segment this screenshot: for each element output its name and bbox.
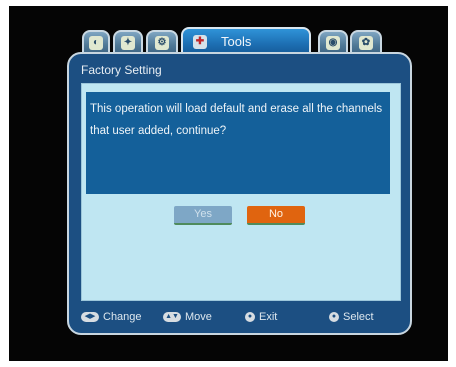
message-line-1: This operation will load default and era… xyxy=(90,103,383,115)
settings-icon: ⚙ xyxy=(155,36,169,50)
message-line-2: that user added, continue? xyxy=(90,125,227,137)
factory-setting-panel: Factory Setting This operation will load… xyxy=(67,52,412,335)
up-down-arrows-icon: ▲▼ xyxy=(163,312,181,322)
tab-satellite[interactable]: ✦ xyxy=(113,30,143,54)
confirm-message: This operation will load default and era… xyxy=(86,92,390,194)
tab-tools[interactable]: ✚ Tools xyxy=(181,27,311,54)
dialog-content: This operation will load default and era… xyxy=(81,83,401,301)
gear-icon: ◉ xyxy=(326,36,340,50)
tab-games[interactable]: ✿ xyxy=(350,30,382,54)
dish-icon: ◐ xyxy=(89,36,103,50)
yes-button[interactable]: Yes xyxy=(174,206,232,225)
satellite-icon: ✦ xyxy=(121,36,135,50)
help-change: ◀▶ Change xyxy=(81,311,142,323)
left-right-arrows-icon: ◀▶ xyxy=(81,312,99,322)
tab-tools-label: Tools xyxy=(221,34,252,49)
no-button[interactable]: No xyxy=(247,206,305,225)
select-icon: ● xyxy=(329,312,339,322)
help-move-label: Move xyxy=(185,311,212,323)
tab-settings[interactable]: ⚙ xyxy=(146,30,178,54)
help-bar: ◀▶ Change ▲▼ Move ● Exit ● Select xyxy=(81,311,401,327)
games-icon: ✿ xyxy=(359,36,373,50)
help-change-label: Change xyxy=(103,311,142,323)
help-select: ● Select xyxy=(329,311,374,323)
panel-title: Factory Setting xyxy=(81,63,162,77)
toolbox-icon: ✚ xyxy=(193,34,207,49)
tab-gear[interactable]: ◉ xyxy=(318,30,348,54)
exit-icon: ● xyxy=(245,312,255,322)
help-exit-label: Exit xyxy=(259,311,278,323)
help-exit: ● Exit xyxy=(245,311,277,323)
help-select-label: Select xyxy=(343,311,374,323)
help-move: ▲▼ Move xyxy=(163,311,212,323)
tab-dish[interactable]: ◐ xyxy=(82,30,110,54)
